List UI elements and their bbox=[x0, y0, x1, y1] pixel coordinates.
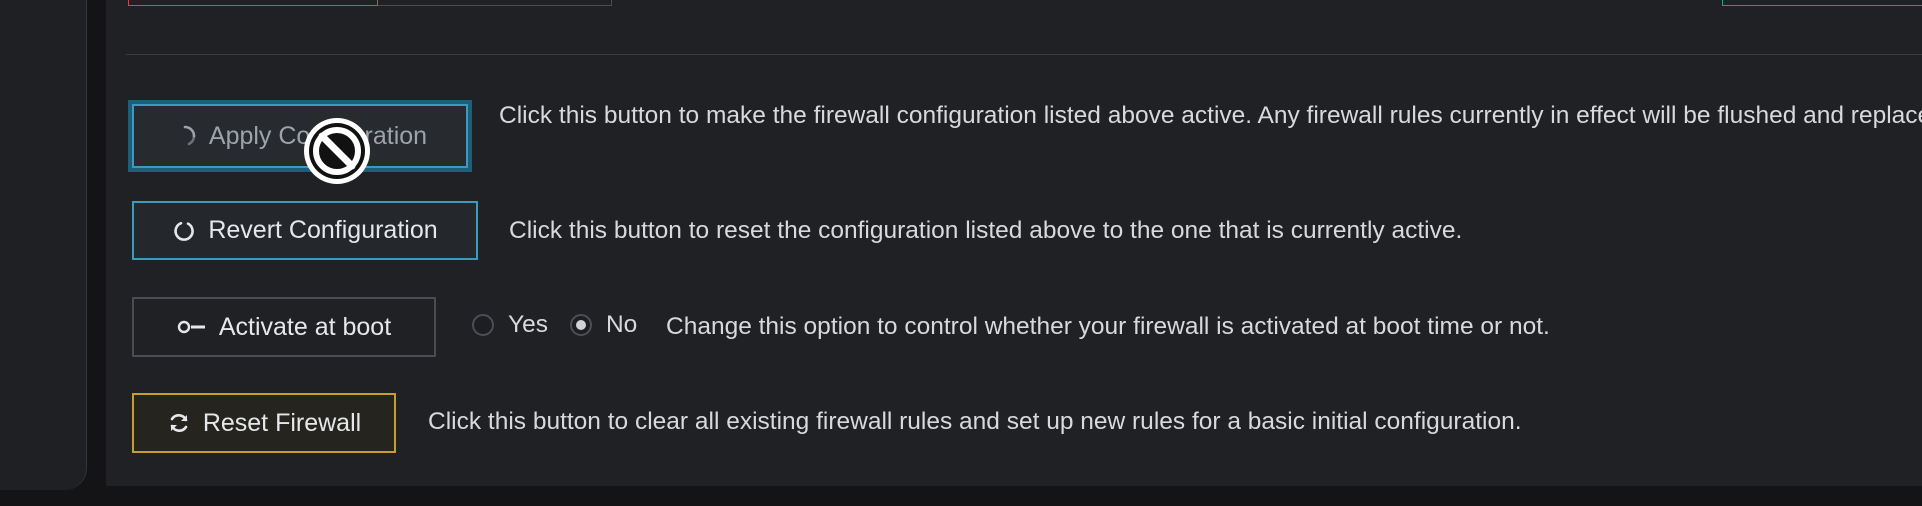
apply-configuration-button[interactable]: Apply Configuration bbox=[132, 104, 468, 168]
reset-firewall-label: Reset Firewall bbox=[202, 408, 362, 437]
section-divider bbox=[126, 54, 1922, 55]
sidebar-panel bbox=[0, 0, 87, 490]
boot-radio-group: Yes No bbox=[472, 311, 659, 339]
boot-no-radio[interactable] bbox=[569, 314, 592, 336]
revert-configuration-description: Click this button to reset the configura… bbox=[509, 217, 1463, 244]
refresh-icon bbox=[167, 411, 191, 435]
radio-selected-dot bbox=[575, 320, 586, 330]
reset-firewall-button[interactable]: Reset Firewall bbox=[132, 393, 396, 453]
apply-configuration-description: Click this button to make the firewall c… bbox=[499, 102, 1922, 129]
revert-configuration-label: Revert Configuration bbox=[208, 216, 438, 244]
top-default-button[interactable] bbox=[378, 0, 612, 6]
reset-firewall-description: Click this button to clear all existing … bbox=[428, 408, 1522, 435]
circle-arrow-icon bbox=[172, 219, 196, 243]
not-allowed-cursor-icon bbox=[302, 116, 372, 186]
activate-at-boot-label: Activate at boot bbox=[218, 312, 392, 341]
spinner-icon bbox=[173, 124, 197, 148]
activate-at-boot-description: Change this option to control whether yo… bbox=[666, 313, 1550, 340]
activate-at-boot-button[interactable]: Activate at boot bbox=[132, 297, 436, 357]
main-panel: Apply Configuration Click this button to… bbox=[106, 0, 1922, 486]
boot-yes-radio[interactable] bbox=[472, 314, 494, 336]
boot-yes-label: Yes bbox=[508, 311, 548, 338]
toggle-key-icon bbox=[177, 317, 207, 337]
top-success-button[interactable] bbox=[1722, 0, 1922, 6]
revert-configuration-button[interactable]: Revert Configuration bbox=[132, 201, 478, 260]
top-danger-button[interactable] bbox=[128, 0, 378, 6]
boot-no-label: No bbox=[605, 311, 638, 338]
